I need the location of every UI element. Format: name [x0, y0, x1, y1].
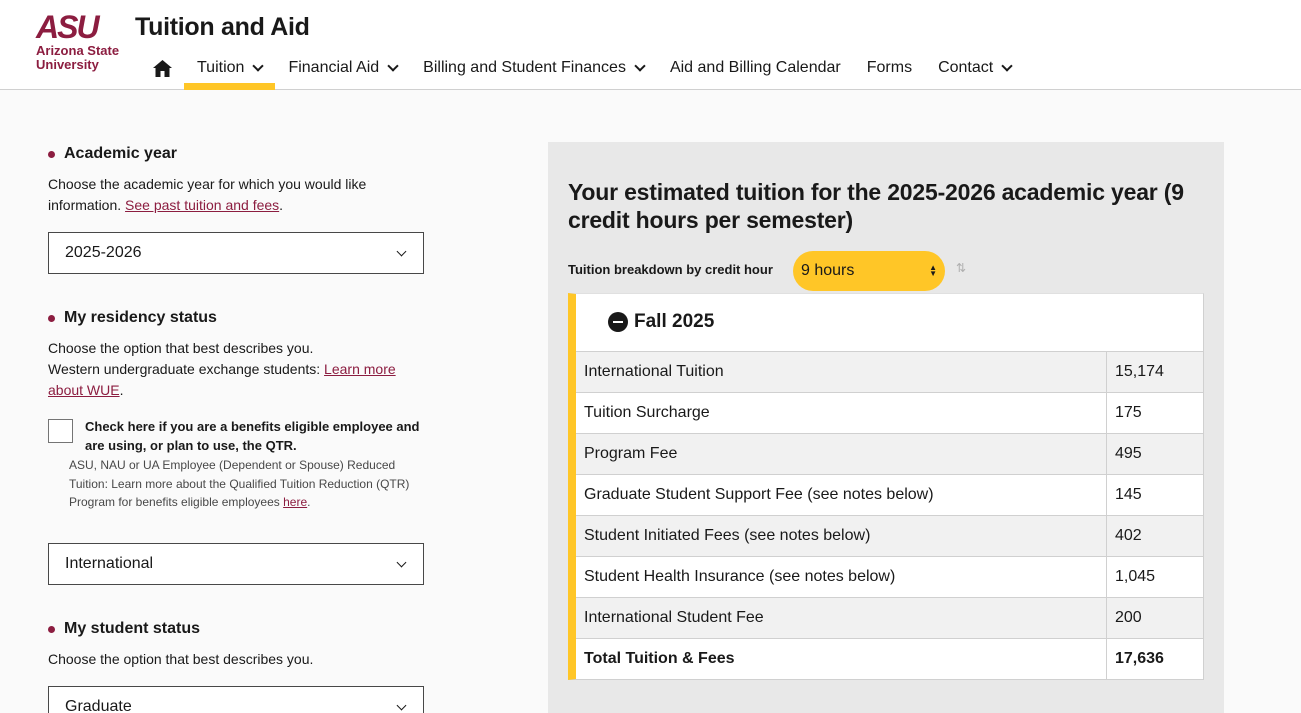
chevron-down-icon [1001, 60, 1013, 72]
residency-help-suffix: . [119, 382, 124, 398]
fee-label: Graduate Student Support Fee (see notes … [576, 475, 1107, 515]
table-row: Tuition Surcharge 175 [576, 392, 1203, 433]
table-row: International Tuition 15,174 [576, 351, 1203, 392]
student-status-select[interactable]: Graduate [48, 686, 424, 713]
chevron-down-icon [387, 60, 399, 72]
chevron-down-icon [396, 557, 407, 567]
qtr-checkbox[interactable] [48, 419, 73, 443]
residency-help-line2: Western undergraduate exchange students: [48, 361, 325, 377]
nav-forms-label: Forms [866, 59, 913, 76]
estimate-title: Your estimated tuition for the 2025-2026… [568, 179, 1184, 233]
fee-value: 200 [1115, 609, 1142, 626]
table-row: Student Health Insurance (see notes belo… [576, 556, 1203, 597]
chevron-down-icon [396, 246, 407, 256]
student-status-help: Choose the option that best describes yo… [48, 651, 314, 667]
select-arrows-icon: ▲ ▼ [929, 263, 937, 278]
student-status-heading: My student status [48, 620, 200, 638]
nav-calendar-label: Aid and Billing Calendar [669, 59, 841, 76]
bullet-dot [48, 150, 55, 158]
table-row: Graduate Student Support Fee (see notes … [576, 474, 1203, 515]
credit-hours-select[interactable]: 9 hours ▲ ▼ [793, 251, 945, 291]
fee-label: Student Initiated Fees (see notes below) [576, 516, 1107, 556]
nav-home[interactable] [140, 46, 184, 90]
fee-value: 15,174 [1115, 363, 1164, 380]
logo-name-line1: Arizona State [36, 43, 120, 58]
main-nav: Tuition Financial Aid Billing and Studen… [140, 46, 1024, 90]
residency-help-line1: Choose the option that best describes yo… [48, 340, 314, 356]
total-label: Total Tuition & Fees [576, 639, 1107, 679]
info-icon[interactable]: ⇅ [956, 261, 966, 275]
fee-value: 145 [1115, 486, 1142, 503]
past-tuition-link[interactable]: See past tuition and fees [125, 197, 279, 213]
bullet-dot [48, 314, 55, 322]
qtr-note-suffix: . [307, 495, 311, 509]
nav-financial-aid[interactable]: Financial Aid [275, 46, 410, 90]
chevron-down-icon [252, 60, 265, 72]
tuition-table: Fall 2025 International Tuition 15,174 T… [568, 293, 1204, 680]
fee-label: Program Fee [576, 434, 1107, 474]
estimate-panel: Your estimated tuition for the 2025-2026… [548, 142, 1224, 713]
table-row: Program Fee 495 [576, 433, 1203, 474]
residency-heading: My residency status [48, 309, 217, 327]
logo-name-line2: University [36, 57, 99, 72]
fee-label: Student Health Insurance (see notes belo… [576, 557, 1107, 597]
residency-help: Choose the option that best describes yo… [48, 338, 428, 401]
fee-rows: International Tuition 15,174 Tuition Sur… [576, 351, 1203, 679]
logo-name: Arizona State University [36, 44, 120, 72]
academic-year-value: 2025-2026 [65, 244, 142, 261]
residency-value: International [65, 555, 154, 572]
academic-year-label: Academic year [64, 145, 177, 162]
academic-year-select[interactable]: 2025-2026 [48, 232, 424, 274]
nav-calendar[interactable]: Aid and Billing Calendar [657, 46, 854, 90]
academic-year-heading: Academic year [48, 145, 177, 163]
nav-billing-label: Billing and Student Finances [423, 59, 626, 76]
home-icon [152, 59, 172, 77]
total-value: 17,636 [1115, 650, 1164, 667]
total-row: Total Tuition & Fees 17,636 [576, 638, 1203, 679]
residency-select[interactable]: International [48, 543, 424, 585]
nav-financial-aid-label: Financial Aid [288, 59, 380, 76]
fee-value: 495 [1115, 445, 1142, 462]
credit-hours-value: 9 hours [801, 262, 855, 279]
semester-toggle[interactable]: Fall 2025 [608, 311, 714, 333]
fee-label: International Tuition [576, 352, 1107, 392]
asu-logo[interactable]: ASU Arizona State University [36, 9, 120, 76]
residency-label: My residency status [64, 309, 217, 326]
table-row: International Student Fee 200 [576, 597, 1203, 638]
fee-label: Tuition Surcharge [576, 393, 1107, 433]
student-status-value: Graduate [65, 698, 132, 713]
chevron-down-icon [634, 60, 646, 72]
qtr-here-link[interactable]: here [283, 495, 307, 509]
nav-tuition-label: Tuition [197, 59, 245, 76]
nav-tuition[interactable]: Tuition [184, 46, 276, 90]
fee-value: 175 [1115, 404, 1142, 421]
qtr-checkbox-label[interactable]: Check here if you are a benefits eligibl… [85, 417, 425, 455]
bullet-dot [48, 625, 55, 633]
site-header: ASU Arizona State University Tuition and… [0, 0, 1301, 90]
minus-circle-icon [608, 312, 628, 332]
fee-value: 402 [1115, 527, 1142, 544]
qtr-note-text: ASU, NAU or UA Employee (Dependent or Sp… [69, 458, 410, 509]
nav-billing[interactable]: Billing and Student Finances [410, 46, 657, 90]
nav-forms[interactable]: Forms [854, 46, 925, 90]
logo-mark: ASU [36, 9, 120, 45]
logo-mark-text: ASU [36, 9, 100, 45]
qtr-note: ASU, NAU or UA Employee (Dependent or Sp… [69, 456, 429, 512]
nav-contact-label: Contact [938, 59, 994, 76]
fee-value: 1,045 [1115, 568, 1156, 585]
fee-label: International Student Fee [576, 598, 1107, 638]
academic-year-help-suffix: . [279, 197, 284, 213]
semester-label: Fall 2025 [634, 311, 715, 332]
student-status-label: My student status [64, 620, 201, 637]
nav-contact[interactable]: Contact [925, 46, 1024, 90]
site-title[interactable]: Tuition and Aid [135, 13, 310, 42]
table-row: Student Initiated Fees (see notes below)… [576, 515, 1203, 556]
academic-year-help: Choose the academic year for which you w… [48, 174, 428, 216]
breakdown-label: Tuition breakdown by credit hour [568, 262, 773, 277]
chevron-down-icon [396, 700, 407, 710]
